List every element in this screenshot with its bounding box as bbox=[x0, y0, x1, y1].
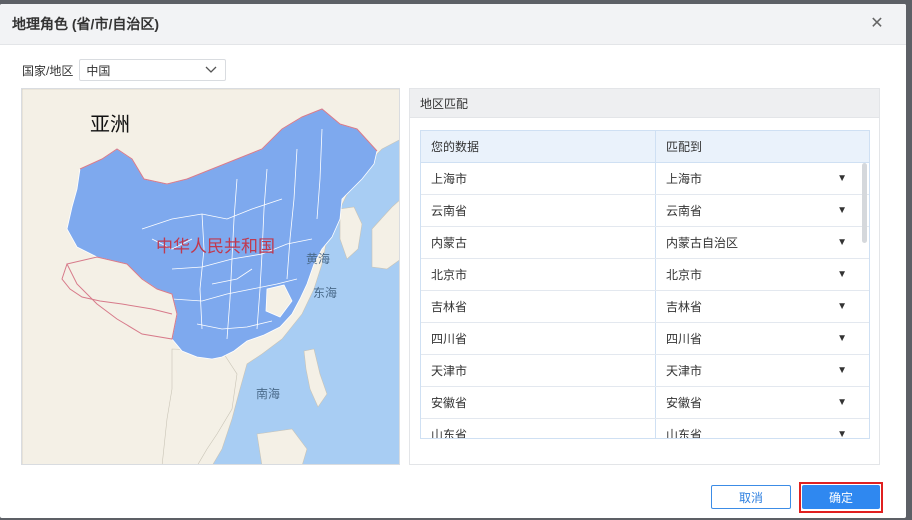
caret-down-icon: ▼ bbox=[837, 365, 847, 376]
caret-down-icon: ▼ bbox=[837, 301, 847, 312]
row-data-cell: 北京市 bbox=[421, 259, 656, 290]
region-selected-value: 中国 bbox=[86, 63, 111, 78]
row-match-value: 北京市 bbox=[666, 268, 703, 282]
row-match-value: 云南省 bbox=[666, 204, 703, 218]
region-match-panel: 地区匹配 您的数据 匹配到 上海市 上海市 ▼ 云南省 云南省 ▼ 内蒙古 内蒙古自… bbox=[409, 88, 880, 465]
table-row: 四川省 四川省 ▼ bbox=[421, 323, 869, 355]
table-row: 天津市 天津市 ▼ bbox=[421, 355, 869, 387]
row-match-value: 四川省 bbox=[666, 332, 703, 346]
row-match-value: 天津市 bbox=[666, 364, 703, 378]
caret-down-icon: ▼ bbox=[837, 237, 847, 248]
caret-down-icon: ▼ bbox=[837, 429, 847, 439]
sea-label-yellow: 黄海 bbox=[306, 251, 330, 266]
region-label: 国家/地区 bbox=[22, 63, 74, 78]
map-panel[interactable]: 亚洲 中华人民共和国 黄海 东海 南海 bbox=[21, 88, 400, 465]
table-row: 吉林省 吉林省 ▼ bbox=[421, 291, 869, 323]
row-data-cell: 安徽省 bbox=[421, 387, 656, 418]
row-match-value: 安徽省 bbox=[666, 396, 703, 410]
geo-role-dialog: 地理角色 (省/市/自治区) ✕ 国家/地区 中国 亚洲 中华人民共和国 黄海 … bbox=[0, 4, 906, 518]
column-header-your-data: 您的数据 bbox=[421, 131, 656, 162]
china-map: 亚洲 中华人民共和国 黄海 东海 南海 bbox=[22, 89, 399, 464]
match-panel-title: 地区匹配 bbox=[410, 89, 879, 118]
column-header-match-to: 匹配到 bbox=[666, 140, 703, 154]
row-match-dropdown[interactable]: 北京市 ▼ bbox=[656, 259, 859, 290]
row-match-value: 山东省 bbox=[666, 428, 703, 439]
close-icon[interactable]: ✕ bbox=[868, 15, 886, 33]
row-data-cell: 天津市 bbox=[421, 355, 656, 386]
caret-down-icon: ▼ bbox=[837, 269, 847, 280]
caret-down-icon: ▼ bbox=[837, 205, 847, 216]
row-match-dropdown[interactable]: 吉林省 ▼ bbox=[656, 291, 859, 322]
dialog-header: 地理角色 (省/市/自治区) ✕ bbox=[0, 4, 906, 45]
ok-button[interactable]: 确定 bbox=[802, 485, 880, 509]
row-match-value: 吉林省 bbox=[666, 300, 703, 314]
row-data-cell: 内蒙古 bbox=[421, 227, 656, 258]
country-label: 中华人民共和国 bbox=[156, 237, 275, 256]
sea-label-south: 南海 bbox=[256, 386, 280, 401]
match-table: 您的数据 匹配到 上海市 上海市 ▼ 云南省 云南省 ▼ 内蒙古 内蒙古自治区 ▼ 北… bbox=[420, 130, 870, 439]
row-data-cell: 云南省 bbox=[421, 195, 656, 226]
row-match-dropdown[interactable]: 上海市 ▼ bbox=[656, 163, 859, 194]
caret-down-icon: ▼ bbox=[837, 397, 847, 408]
cancel-button[interactable]: 取消 bbox=[711, 485, 791, 509]
row-match-dropdown[interactable]: 山东省 ▼ bbox=[656, 419, 859, 439]
row-data-cell: 四川省 bbox=[421, 323, 656, 354]
table-body: 上海市 上海市 ▼ 云南省 云南省 ▼ 内蒙古 内蒙古自治区 ▼ 北京市 北京市 ▼ 吉… bbox=[421, 163, 869, 439]
table-row: 山东省 山东省 ▼ bbox=[421, 419, 869, 439]
sea-label-east: 东海 bbox=[313, 285, 337, 300]
table-row: 北京市 北京市 ▼ bbox=[421, 259, 869, 291]
row-data-cell: 吉林省 bbox=[421, 291, 656, 322]
row-match-dropdown[interactable]: 安徽省 ▼ bbox=[656, 387, 859, 418]
row-match-dropdown[interactable]: 天津市 ▼ bbox=[656, 355, 859, 386]
row-match-dropdown[interactable]: 内蒙古自治区 ▼ bbox=[656, 227, 859, 258]
row-data-cell: 山东省 bbox=[421, 419, 656, 438]
table-scrollbar[interactable] bbox=[862, 163, 867, 243]
row-match-value: 上海市 bbox=[666, 172, 703, 186]
table-row: 云南省 云南省 ▼ bbox=[421, 195, 869, 227]
chevron-down-icon bbox=[205, 66, 217, 73]
row-match-dropdown[interactable]: 云南省 ▼ bbox=[656, 195, 859, 226]
region-select[interactable]: 中国 bbox=[79, 59, 227, 81]
row-data-cell: 上海市 bbox=[421, 163, 656, 194]
table-row: 上海市 上海市 ▼ bbox=[421, 163, 869, 195]
caret-down-icon: ▼ bbox=[837, 173, 847, 184]
region-row: 国家/地区 中国 bbox=[22, 59, 227, 81]
table-header: 您的数据 匹配到 bbox=[421, 131, 869, 163]
row-match-dropdown[interactable]: 四川省 ▼ bbox=[656, 323, 859, 354]
table-row: 安徽省 安徽省 ▼ bbox=[421, 387, 869, 419]
continent-label: 亚洲 bbox=[90, 114, 130, 136]
table-row: 内蒙古 内蒙古自治区 ▼ bbox=[421, 227, 869, 259]
caret-down-icon: ▼ bbox=[837, 333, 847, 344]
row-match-value: 内蒙古自治区 bbox=[666, 236, 739, 250]
dialog-title: 地理角色 (省/市/自治区) bbox=[12, 16, 159, 32]
